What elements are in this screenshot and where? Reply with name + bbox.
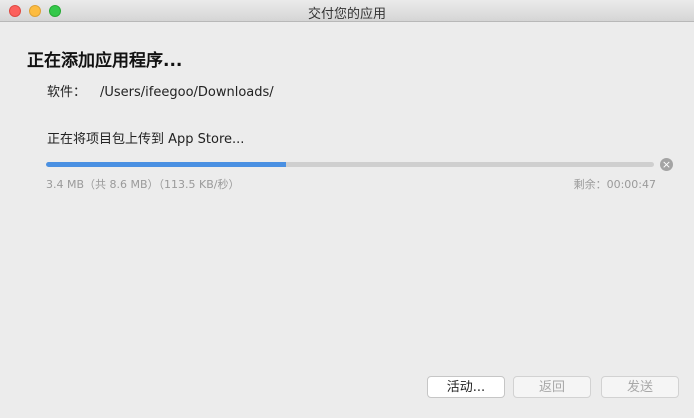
back-button[interactable]: 返回: [513, 376, 591, 398]
app-path: /Users/ifeegoo/Downloads/: [100, 85, 274, 100]
time-remaining: 剩余：00:00:47: [573, 178, 656, 191]
title-bar[interactable]: 交付您的应用: [0, 0, 694, 22]
upload-size-text: 3.4 MB（共 8.6 MB）（113.5 KB/秒）: [46, 178, 240, 191]
activity-button[interactable]: 活动...: [427, 376, 505, 398]
app-info-row: 软件： /Users/ifeegoo/Downloads/: [47, 81, 274, 100]
page-heading: 正在添加应用程序...: [27, 51, 183, 71]
upload-progress-fill: [46, 162, 287, 167]
send-button[interactable]: 发送: [601, 376, 679, 398]
upload-progress-bar: [46, 162, 654, 167]
upload-status: 正在将项目包上传到 App Store...: [47, 132, 245, 147]
close-circle-icon[interactable]: ×: [660, 158, 673, 171]
window-title: 交付您的应用: [307, 7, 386, 22]
app-label: 软件：: [47, 85, 87, 100]
deliver-app-window: 交付您的应用 正在添加应用程序... 软件： /Users/ifeegoo/Dow…: [0, 0, 694, 418]
